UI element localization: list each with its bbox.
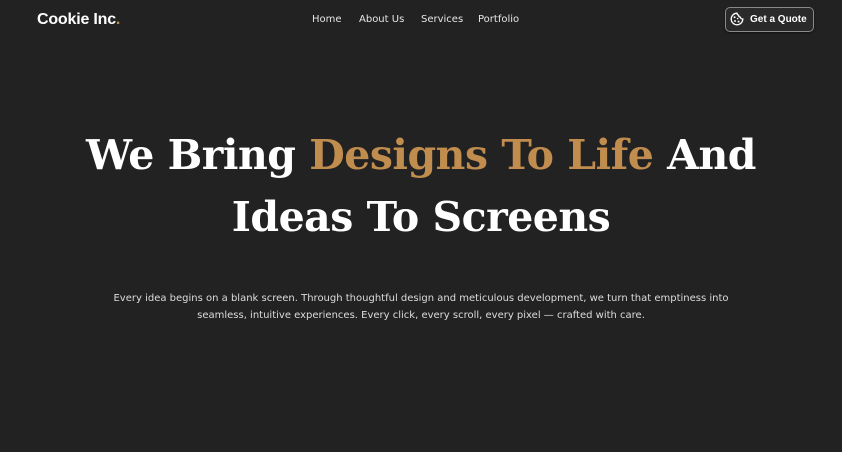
cookie-icon xyxy=(730,12,744,26)
hero-heading-part2: And xyxy=(653,131,756,179)
get-a-quote-button[interactable]: Get a Quote xyxy=(725,7,814,32)
get-a-quote-label: Get a Quote xyxy=(750,14,807,25)
navbar: Cookie Inc. Home About Us Services Portf… xyxy=(0,0,842,40)
hero-heading: We Bring Designs To Life And Ideas To Sc… xyxy=(0,124,842,248)
hero-heading-line2: Ideas To Screens xyxy=(231,193,611,241)
nav-link-home[interactable]: Home xyxy=(312,13,342,27)
hero-heading-accent: Designs To Life xyxy=(309,131,654,179)
nav-link-services[interactable]: Services xyxy=(421,13,463,27)
hero-description: Every idea begins on a blank screen. Thr… xyxy=(113,293,729,321)
nav-link-portfolio[interactable]: Portfolio xyxy=(478,13,519,27)
nav-link-about-us[interactable]: About Us xyxy=(359,13,404,27)
main-nav: Home About Us Services Portfolio xyxy=(0,13,842,27)
hero-heading-part1: We Bring xyxy=(86,131,310,179)
